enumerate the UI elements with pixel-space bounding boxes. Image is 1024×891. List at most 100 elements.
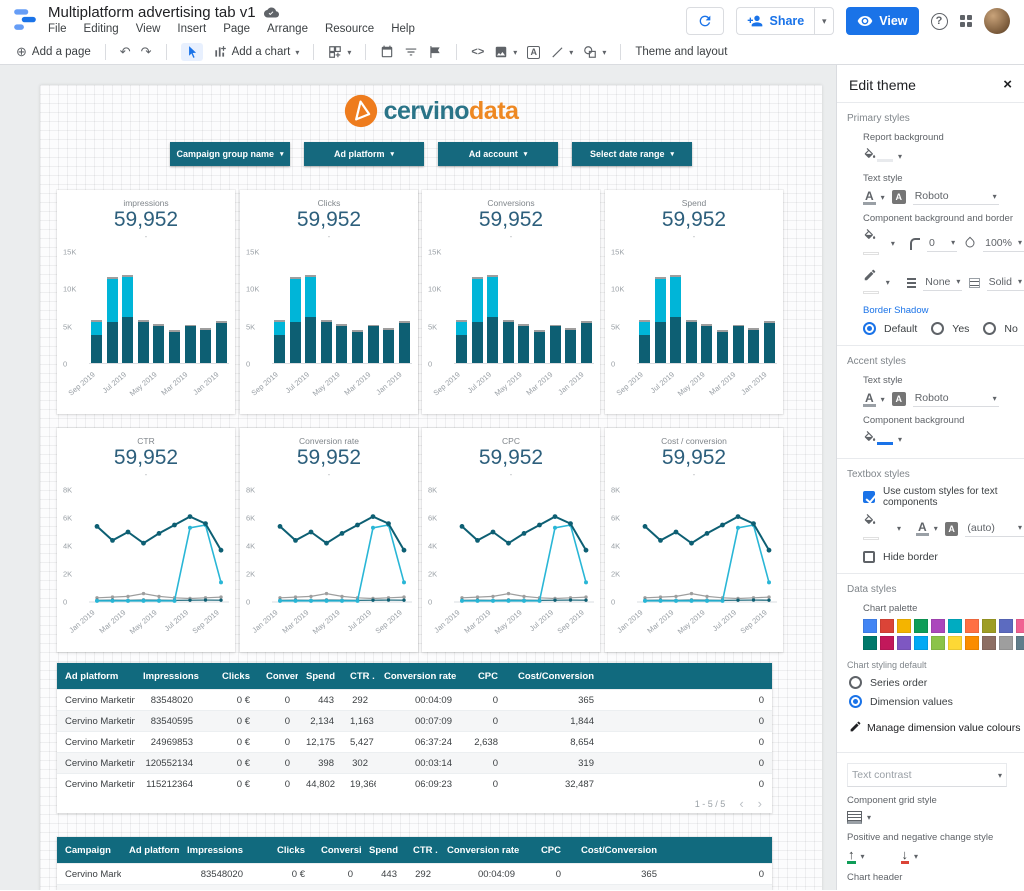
text-tool-button[interactable]: A: [527, 45, 541, 59]
bar-scorecard-spend[interactable]: Spend 59,952- 0 5K 10K 15K Sep 2019 Jul 2019 May…: [605, 190, 783, 414]
filter-select-date-range[interactable]: Select date range ▾: [572, 142, 692, 166]
page-next-icon[interactable]: ›: [758, 797, 762, 810]
palette-swatch[interactable]: [948, 619, 962, 633]
select-tool-button[interactable]: [180, 43, 203, 61]
palette-swatch[interactable]: [948, 636, 962, 650]
column-header[interactable]: Conversion rate: [439, 845, 523, 856]
chart-header-text-color-button[interactable]: A▾: [954, 889, 976, 891]
accent-text-color-button[interactable]: A ▾: [863, 392, 885, 407]
column-header[interactable]: CPC: [460, 671, 506, 682]
share-button[interactable]: Share: [736, 7, 815, 35]
column-header[interactable]: Clicks: [251, 845, 313, 856]
add-chart-button[interactable]: Add a chart ▾: [213, 45, 299, 59]
close-icon[interactable]: ×: [1003, 76, 1012, 93]
palette-swatch[interactable]: [1016, 619, 1024, 633]
line-scorecard-cpc[interactable]: CPC 59,952- 0 2K 4K 6K 8K Jan 2019 Mar 2019 May 2…: [422, 428, 600, 652]
component-grid-style-button[interactable]: ▾: [847, 811, 871, 824]
menu-item-help[interactable]: Help: [391, 23, 415, 35]
palette-swatch[interactable]: [897, 636, 911, 650]
view-button[interactable]: View: [846, 7, 919, 35]
apps-grid-icon[interactable]: [959, 14, 972, 28]
bar-scorecard-impressions[interactable]: impressions 59,952- 0 5K 10K 15K Sep 2019 Jul 2…: [57, 190, 235, 414]
logo-component[interactable]: cervinodata: [40, 91, 822, 131]
line-scorecard-cost-conversion[interactable]: Cost / conversion 59,952- 0 2K 4K 6K 8K Jan 201…: [605, 428, 783, 652]
share-options-caret[interactable]: ▾: [814, 7, 835, 35]
manage-dimension-colours-button[interactable]: Manage dimension value colours: [849, 720, 1021, 736]
column-header[interactable]: Impressions: [179, 845, 251, 856]
report-page[interactable]: cervinodata Campaign group name ▾ Ad platf…: [40, 85, 822, 890]
column-header[interactable]: Clicks: [201, 671, 258, 682]
filter-ad-platform[interactable]: Ad platform ▾: [304, 142, 424, 166]
negative-change-style-button[interactable]: ↓ ▾: [900, 848, 918, 864]
column-header[interactable]: CPC: [523, 845, 569, 856]
positive-change-style-button[interactable]: ↑ ▾: [847, 848, 865, 864]
primary-font-select[interactable]: Roboto ▾: [912, 189, 999, 205]
palette-swatch[interactable]: [863, 619, 877, 633]
bar-scorecard-clicks[interactable]: Clicks 59,952-0 5K 10K 15K Sep 2019 Jul 2019 Ma…: [240, 190, 418, 414]
date-range-control-button[interactable]: [380, 45, 394, 59]
accent-font-select[interactable]: Roboto ▾: [912, 391, 999, 407]
menu-item-arrange[interactable]: Arrange: [267, 23, 308, 35]
menu-item-resource[interactable]: Resource: [325, 23, 374, 35]
hide-border-checkbox[interactable]: [863, 551, 875, 563]
data-control-button[interactable]: [428, 45, 442, 59]
menu-item-view[interactable]: View: [136, 23, 161, 35]
undo-icon[interactable]: ↶: [120, 44, 131, 60]
add-page-button[interactable]: ⊕ Add a page: [16, 44, 91, 60]
report-background-color-button[interactable]: ▾: [863, 148, 902, 165]
corner-radius-select[interactable]: 0 ▾: [927, 236, 958, 252]
line-scorecard-conversion-rate[interactable]: Conversion rate 59,952-0 2K 4K 6K 8K Jan 2019 M…: [240, 428, 418, 652]
column-header[interactable]: Spend: [298, 671, 342, 682]
refresh-button[interactable]: [686, 7, 725, 35]
filter-ad-account[interactable]: Ad account ▾: [438, 142, 558, 166]
palette-swatch[interactable]: [965, 636, 979, 650]
filter-campaign-group-name[interactable]: Campaign group name ▾: [170, 142, 290, 166]
palette-swatch[interactable]: [1016, 636, 1024, 650]
menu-item-page[interactable]: Page: [223, 23, 250, 35]
palette-swatch[interactable]: [880, 619, 894, 633]
text-contrast-select[interactable]: Text contrast ▾: [847, 763, 1007, 787]
border-color-button[interactable]: ▾: [863, 268, 890, 297]
column-header[interactable]: Ad platform: [121, 845, 179, 856]
palette-swatch[interactable]: [931, 619, 945, 633]
help-icon[interactable]: ?: [930, 12, 948, 30]
palette-swatch[interactable]: [982, 619, 996, 633]
textbox-font-select[interactable]: (auto) ▾: [965, 521, 1024, 537]
page-prev-icon[interactable]: ‹: [739, 797, 743, 810]
column-header[interactable]: Campaign: [57, 845, 121, 856]
shape-tool-button[interactable]: ▾: [583, 45, 606, 59]
palette-swatch[interactable]: [999, 619, 1013, 633]
opacity-select[interactable]: 100% ▾: [983, 236, 1024, 252]
column-header[interactable]: Conversions: [313, 845, 361, 856]
dimension-values-radio[interactable]: [849, 695, 862, 708]
palette-swatch[interactable]: [863, 636, 877, 650]
chart-header-select[interactable]: Show on hover▾: [847, 888, 939, 890]
palette-swatch[interactable]: [897, 619, 911, 633]
filter-control-button[interactable]: [404, 45, 418, 59]
shadow-no-radio[interactable]: [983, 322, 997, 335]
textbox-bg-color-button[interactable]: ▾: [863, 514, 901, 543]
column-header[interactable]: Conversion rate: [376, 671, 460, 682]
textbox-text-color-button[interactable]: A ▾: [916, 521, 938, 536]
menu-item-file[interactable]: File: [48, 23, 67, 35]
column-header[interactable]: Cost/Conversion: [506, 671, 602, 682]
menu-item-editing[interactable]: Editing: [84, 23, 119, 35]
report-title[interactable]: Multiplatform advertising tab v1: [48, 4, 256, 21]
component-background-color-button[interactable]: ▾: [863, 229, 895, 258]
palette-swatch[interactable]: [931, 636, 945, 650]
column-header[interactable]: CTR .: [342, 671, 376, 682]
community-viz-button[interactable]: ▾: [328, 45, 351, 59]
palette-swatch[interactable]: [880, 636, 894, 650]
ad-platform-table[interactable]: Ad platformImpressionsClicksConversionsS…: [57, 663, 772, 813]
embed-url-button[interactable]: <>: [471, 46, 484, 58]
palette-swatch[interactable]: [999, 636, 1013, 650]
avatar[interactable]: [984, 8, 1010, 34]
menu-item-insert[interactable]: Insert: [177, 23, 206, 35]
palette-swatch[interactable]: [965, 619, 979, 633]
column-header[interactable]: Spend: [361, 845, 405, 856]
palette-swatch[interactable]: [914, 619, 928, 633]
series-order-radio[interactable]: [849, 676, 862, 689]
image-tool-button[interactable]: ▾: [494, 45, 517, 59]
border-style-select[interactable]: Solid ▾: [986, 275, 1024, 291]
shadow-default-radio[interactable]: [863, 322, 876, 335]
